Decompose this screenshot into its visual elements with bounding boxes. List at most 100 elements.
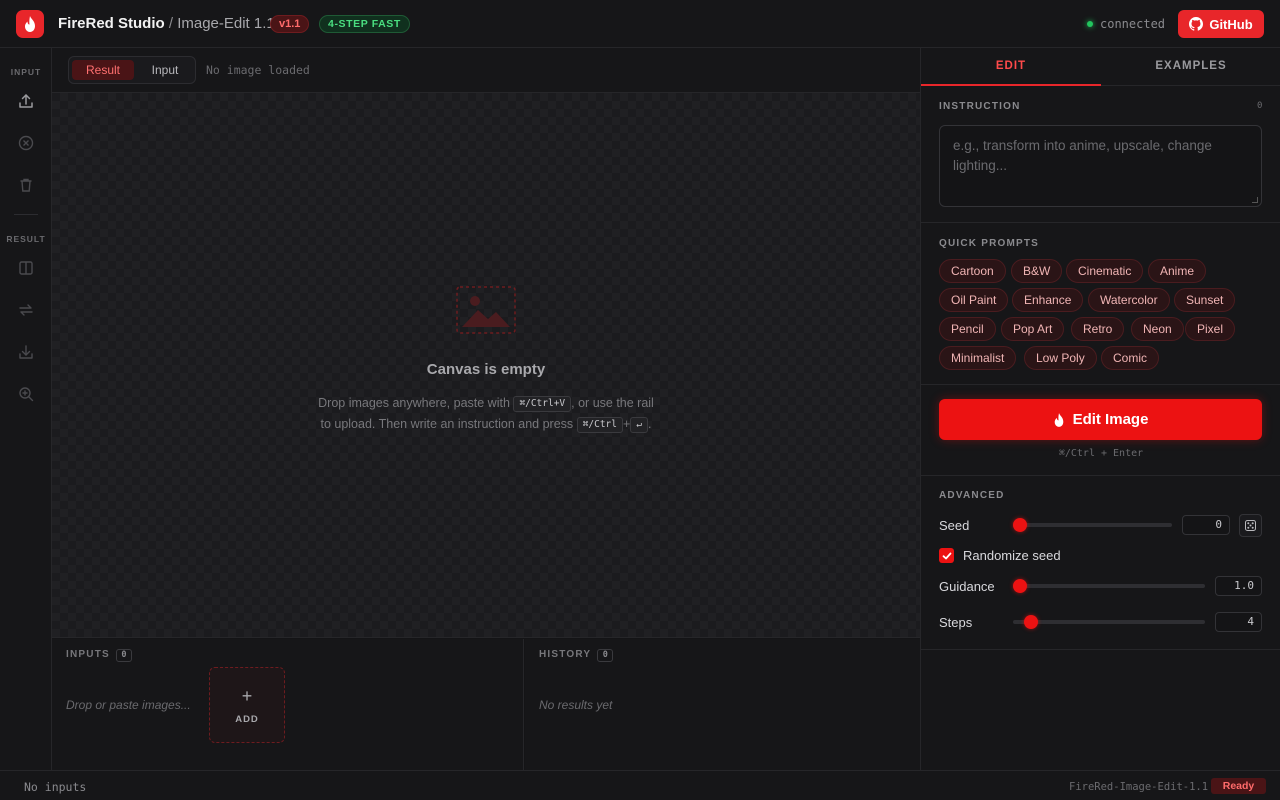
status-model-name: FireRed-Image-Edit-1.1 [1069, 781, 1209, 793]
connection-status: connected [1087, 17, 1165, 31]
flame-logo-icon [16, 10, 44, 38]
history-panel: HISTORY 0 No results yet [525, 639, 920, 770]
status-inputs: No inputs [24, 780, 87, 794]
advanced-label: ADVANCED [939, 490, 1005, 501]
edit-action-section: Edit Image ⌘/Ctrl + Enter [921, 385, 1280, 476]
trash-icon[interactable] [16, 175, 36, 195]
seed-input[interactable]: 0 [1182, 515, 1230, 535]
prompt-chip[interactable]: Enhance [1012, 288, 1084, 312]
connection-label: connected [1100, 17, 1166, 31]
empty-desc-part-1: Drop images anywhere, paste with [318, 396, 510, 410]
steps-slider-track[interactable] [1013, 620, 1205, 624]
status-bar: No inputs FireRed-Image-Edit-1.1 Ready [0, 770, 1280, 800]
prompt-chip[interactable]: Anime [1148, 259, 1207, 283]
randomize-seed-checkbox[interactable] [939, 548, 954, 563]
seed-label: Seed [939, 518, 970, 533]
quick-prompts-section: QUICK PROMPTS Cartoon B&W Cinematic Anim… [921, 223, 1280, 385]
prompt-chip[interactable]: Minimalist [939, 346, 1017, 370]
add-input-button[interactable]: + ADD [209, 667, 285, 743]
app-header: FireRed Studio / Image-Edit 1.1 v1.1 4-S… [0, 0, 1280, 48]
quick-prompts-label: QUICK PROMPTS [939, 238, 1040, 249]
prompt-chip[interactable]: Cinematic [1066, 259, 1144, 283]
product-name: Image-Edit 1.1 [177, 15, 275, 32]
edit-image-button[interactable]: Edit Image [939, 399, 1262, 440]
prompt-chip[interactable]: Retro [1071, 317, 1125, 341]
guidance-slider-thumb[interactable] [1013, 579, 1027, 593]
prompt-chip[interactable]: Watercolor [1088, 288, 1170, 312]
title-separator: / [164, 15, 178, 32]
canvas-status: No image loaded [206, 63, 310, 77]
input-toggle-button[interactable]: Input [138, 60, 192, 80]
github-label: GitHub [1209, 16, 1253, 32]
prompt-chip[interactable]: Oil Paint [939, 288, 1009, 312]
github-button[interactable]: GitHub [1178, 10, 1264, 38]
history-panel-label: HISTORY 0 [539, 649, 614, 662]
prompt-chip[interactable]: Cartoon [939, 259, 1006, 283]
history-count-badge: 0 [597, 649, 614, 662]
download-icon[interactable] [16, 342, 36, 362]
prompt-chip[interactable]: Low Poly [1024, 346, 1097, 370]
inputs-count-badge: 0 [115, 649, 132, 662]
app-title: FireRed Studio / Image-Edit 1.1 [58, 15, 275, 32]
paste-shortcut-kbd: ⌘/Ctrl+V [513, 395, 572, 412]
kbd-plus: + [622, 417, 631, 431]
tab-edit[interactable]: EDIT [921, 48, 1101, 86]
flame-icon [1054, 412, 1063, 427]
zoom-icon[interactable] [16, 384, 36, 404]
checkmark-icon [942, 552, 951, 559]
compare-icon[interactable] [16, 258, 36, 278]
fast-mode-badge: 4-STEP FAST [319, 15, 410, 33]
steps-input[interactable]: 4 [1215, 612, 1262, 632]
prompt-chip[interactable]: Comic [1101, 346, 1160, 370]
instruction-label: INSTRUCTION [939, 101, 1021, 112]
status-dot-icon [1087, 21, 1093, 27]
swap-icon[interactable] [16, 300, 36, 320]
add-plus-icon: + [241, 686, 253, 706]
resize-grip-icon[interactable] [1252, 197, 1258, 203]
prompt-chip[interactable]: B&W [1011, 259, 1063, 283]
modifier-kbd: ⌘/Ctrl [576, 416, 623, 433]
seed-slider-track[interactable] [1013, 523, 1172, 527]
view-toggle: Result Input [68, 56, 196, 84]
inputs-label-text: INPUTS [66, 649, 110, 660]
seed-slider-thumb[interactable] [1013, 518, 1027, 532]
result-toggle-button[interactable]: Result [72, 60, 134, 80]
version-badge: v1.1 [270, 15, 310, 33]
prompt-chip[interactable]: Neon [1131, 317, 1184, 341]
clear-icon[interactable] [16, 133, 36, 153]
guidance-input[interactable]: 1.0 [1215, 576, 1262, 596]
instruction-section: INSTRUCTION 0 e.g., transform into anime… [921, 87, 1280, 223]
prompt-chip[interactable]: Pencil [939, 317, 996, 341]
rail-input-label: INPUT [10, 67, 42, 77]
empty-description: Drop images anywhere, paste with ⌘/Ctrl+… [316, 393, 656, 435]
status-ready-badge: Ready [1211, 778, 1266, 794]
random-seed-button[interactable] [1239, 514, 1262, 537]
empty-title: Canvas is empty [426, 361, 546, 378]
inputs-panel-label: INPUTS 0 [66, 649, 132, 662]
inputs-panel: INPUTS 0 Drop or paste images... + ADD [52, 639, 524, 770]
panel-tabs: EDIT EXAMPLES [921, 48, 1280, 86]
prompt-chip[interactable]: Pixel [1185, 317, 1236, 341]
instruction-input[interactable]: e.g., transform into anime, upscale, cha… [939, 125, 1262, 207]
instruction-char-count: 0 [1257, 101, 1263, 111]
edit-image-label: Edit Image [1072, 411, 1149, 428]
instruction-placeholder: e.g., transform into anime, upscale, cha… [953, 138, 1212, 173]
guidance-slider-track[interactable] [1013, 584, 1205, 588]
empty-image-icon [456, 286, 516, 334]
control-panel: EDIT EXAMPLES INSTRUCTION 0 e.g., transf… [920, 48, 1280, 770]
enter-kbd: ↵ [630, 416, 649, 433]
steps-label: Steps [939, 615, 973, 630]
add-label: ADD [235, 714, 259, 725]
tab-examples[interactable]: EXAMPLES [1101, 48, 1280, 86]
guidance-label: Guidance [939, 579, 995, 594]
randomize-seed-label[interactable]: Randomize seed [963, 548, 1061, 563]
github-icon [1189, 17, 1204, 31]
upload-icon[interactable] [16, 91, 36, 111]
rail-divider [14, 214, 38, 215]
prompt-chip[interactable]: Pop Art [1001, 317, 1065, 341]
inputs-drop-hint: Drop or paste images... [66, 698, 191, 712]
rail-result-label: RESULT [6, 234, 46, 244]
steps-slider-thumb[interactable] [1024, 615, 1038, 629]
prompt-chip[interactable]: Sunset [1174, 288, 1236, 312]
image-canvas[interactable]: Canvas is empty Drop images anywhere, pa… [52, 93, 920, 638]
